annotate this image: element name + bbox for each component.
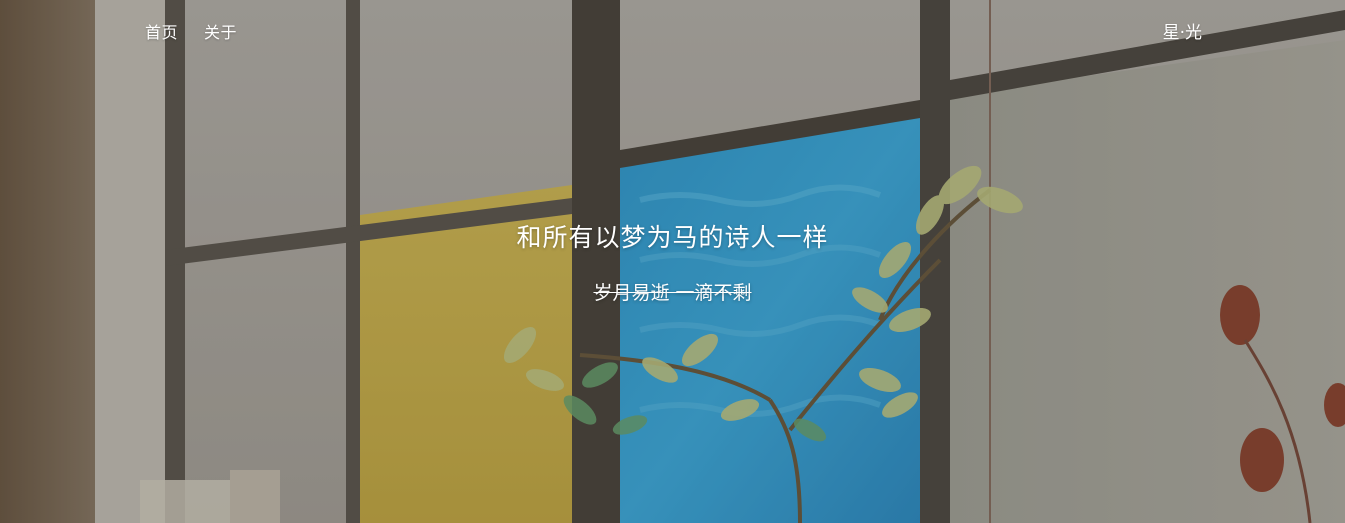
nav-home-link[interactable]: 首页 <box>145 20 178 46</box>
top-navigation: 首页 关于 <box>145 20 237 46</box>
hero-dim-overlay <box>0 0 1345 523</box>
nav-about-link[interactable]: 关于 <box>204 20 237 46</box>
hero-subtitle: 岁月易逝 一滴不剩 <box>593 282 752 304</box>
brand-link[interactable]: 星·光 <box>1163 20 1202 46</box>
hero-title: 和所有以梦为马的诗人一样 <box>516 223 829 252</box>
hero-banner: 首页 关于 星·光 和所有以梦为马的诗人一样 岁月易逝 一滴不剩 <box>0 0 1345 523</box>
